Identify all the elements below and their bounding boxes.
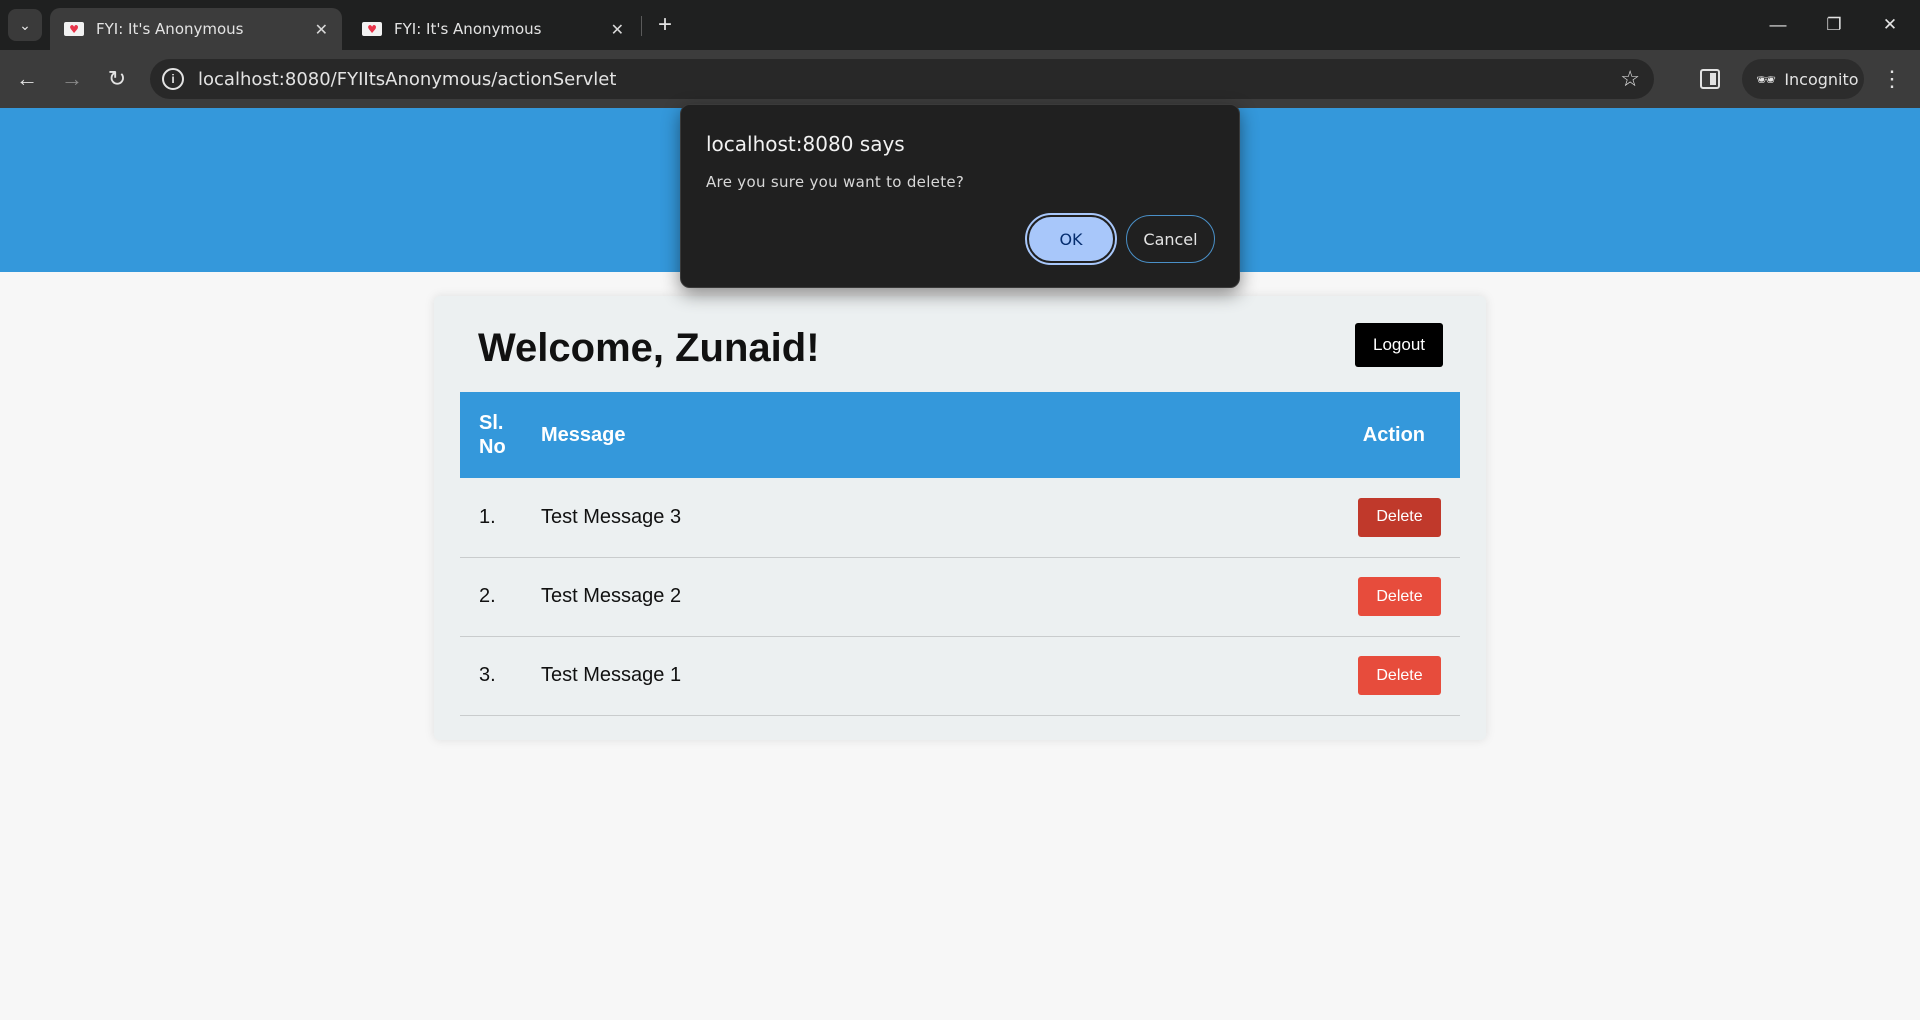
dialog-title: localhost:8080 says [706, 132, 905, 156]
table-row: 2. Test Message 2 Delete [460, 557, 1460, 637]
messages-table: Sl. No Message Action 1. Test Message 3 … [460, 392, 1460, 716]
row-message: Test Message 3 [522, 478, 1055, 558]
incognito-badge[interactable]: 🕶 Incognito [1742, 59, 1864, 99]
address-bar[interactable]: i localhost:8080/FYIItsAnonymous/actionS… [150, 59, 1654, 99]
tab-separator [641, 16, 642, 36]
menu-dots-icon[interactable]: ⋮ [1880, 63, 1904, 95]
messages-card: Welcome, Zunaid! Logout Sl. No Message A… [434, 296, 1486, 740]
ok-button[interactable]: OK [1025, 213, 1117, 265]
row-number: 3. [460, 636, 522, 716]
table-row: 3. Test Message 1 Delete [460, 636, 1460, 716]
browser-toolbar: ← → ↻ i localhost:8080/FYIItsAnonymous/a… [0, 50, 1920, 108]
tab-inactive[interactable]: ♥ FYI: It's Anonymous ✕ [348, 8, 638, 50]
minimize-icon[interactable]: — [1750, 0, 1806, 50]
delete-button[interactable]: Delete [1358, 577, 1441, 616]
tab-search-button[interactable]: ⌄ [8, 9, 42, 41]
header-sl-no: Sl. No [479, 412, 506, 458]
table-header-row: Sl. No Message Action [460, 392, 1460, 478]
row-message: Test Message 2 [522, 557, 1055, 637]
close-tab-icon[interactable]: ✕ [611, 20, 624, 39]
url-text[interactable]: localhost:8080/FYIItsAnonymous/actionSer… [198, 69, 1620, 90]
row-number: 2. [460, 557, 522, 637]
bookmark-star-icon[interactable]: ☆ [1620, 66, 1640, 92]
reload-icon[interactable]: ↻ [100, 62, 134, 96]
close-window-icon[interactable]: ✕ [1862, 0, 1918, 50]
header-message: Message [541, 424, 626, 446]
new-tab-button[interactable]: + [650, 10, 680, 40]
close-tab-icon[interactable]: ✕ [315, 20, 328, 39]
back-arrow-icon[interactable]: ← [10, 62, 44, 96]
row-action: Delete [1054, 478, 1460, 558]
row-message: Test Message 1 [522, 636, 1055, 716]
dialog-message: Are you sure you want to delete? [706, 173, 965, 191]
tab-active[interactable]: ♥ FYI: It's Anonymous ✕ [50, 8, 342, 50]
tab-strip: ⌄ ♥ FYI: It's Anonymous ✕ ♥ FYI: It's An… [0, 0, 1920, 50]
side-panel-icon[interactable] [1700, 69, 1720, 89]
chevron-down-icon: ⌄ [19, 16, 31, 33]
delete-button[interactable]: Delete [1358, 656, 1441, 695]
page-title: Welcome, Zunaid! [478, 326, 820, 370]
table-row: 1. Test Message 3 Delete [460, 478, 1460, 558]
incognito-icon: 🕶 [1756, 69, 1777, 89]
heart-favicon-icon: ♥ [64, 22, 84, 36]
row-action: Delete [1054, 636, 1460, 716]
forward-arrow-icon[interactable]: → [55, 62, 89, 96]
incognito-label: Incognito [1784, 69, 1859, 89]
row-number: 1. [460, 478, 522, 558]
heart-favicon-icon: ♥ [362, 22, 382, 36]
confirm-dialog: localhost:8080 says Are you sure you wan… [680, 104, 1240, 288]
tab-title: FYI: It's Anonymous [96, 20, 244, 38]
header-action: Action [1362, 424, 1425, 446]
tab-title: FYI: It's Anonymous [394, 20, 542, 38]
restore-icon[interactable]: ❐ [1806, 0, 1862, 50]
logout-button[interactable]: Logout [1355, 323, 1443, 367]
info-icon[interactable]: i [162, 68, 184, 90]
row-action: Delete [1054, 557, 1460, 637]
cancel-button[interactable]: Cancel [1126, 215, 1215, 263]
delete-button[interactable]: Delete [1358, 497, 1441, 537]
